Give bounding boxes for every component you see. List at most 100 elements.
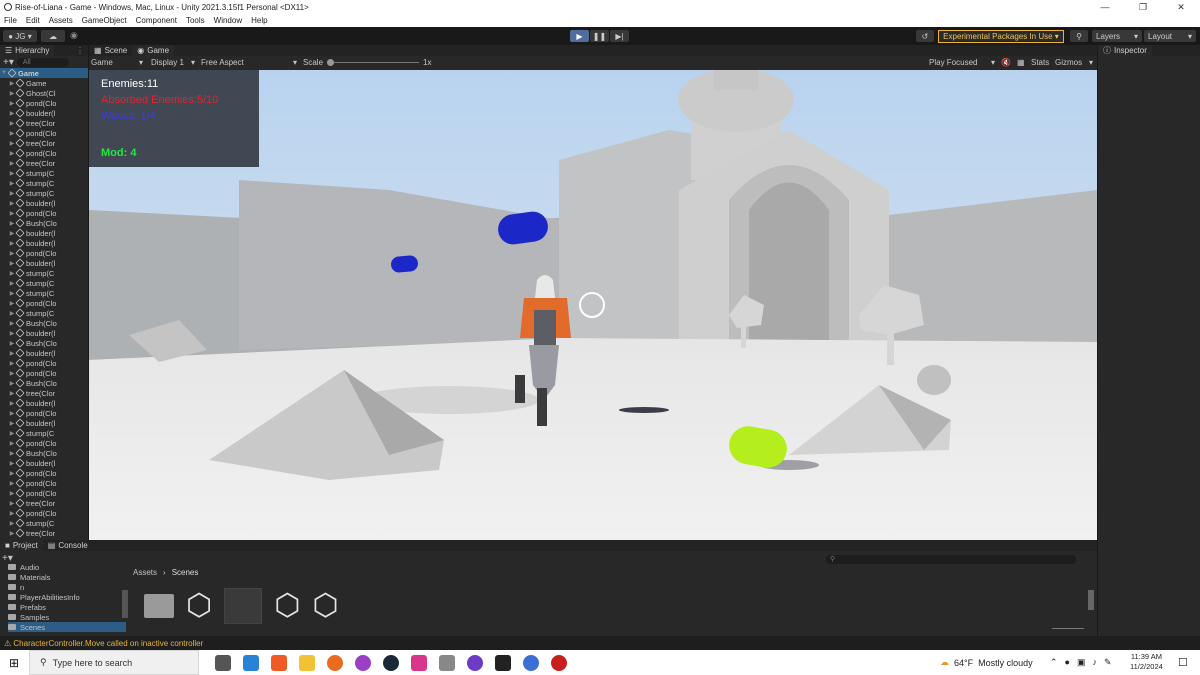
hierarchy-item[interactable]: ▶ boulder(l xyxy=(0,328,88,338)
project-folder-item[interactable]: n xyxy=(8,582,126,592)
hierarchy-item[interactable]: ▶ pond(Clo xyxy=(0,248,88,258)
play-focused-dropdown[interactable]: Play Focused ▾ xyxy=(929,58,995,67)
tab-game[interactable]: ◉ Game xyxy=(132,45,175,56)
game-viewport[interactable]: Enemies:11 Absorbed Enemies:5/10 Waves: … xyxy=(89,70,1097,540)
experimental-packages-badge[interactable]: Experimental Packages In Use ▾ xyxy=(938,30,1064,43)
unity-scene-asset-icon[interactable]: ⬡ xyxy=(186,589,212,623)
hierarchy-item[interactable]: ▶ boulder(l xyxy=(0,398,88,408)
app-icon[interactable] xyxy=(355,654,371,671)
aspect-dropdown[interactable]: Free Aspect ▾ xyxy=(201,58,297,67)
hierarchy-item[interactable]: ▶ pond(Clo xyxy=(0,358,88,368)
gizmos-dropdown[interactable]: Gizmos ▾ xyxy=(1055,58,1093,67)
hierarchy-item[interactable]: ▶ Bush(Clo xyxy=(0,218,88,228)
hierarchy-item[interactable]: ▶ tree(Clor xyxy=(0,388,88,398)
menu-tools[interactable]: Tools xyxy=(186,16,205,25)
hierarchy-item[interactable]: ▶ stump(C xyxy=(0,278,88,288)
layout-grid-icon[interactable]: ▦ xyxy=(1017,58,1025,67)
minimize-icon[interactable]: — xyxy=(1086,2,1124,12)
hierarchy-item[interactable]: ▶ stump(C xyxy=(0,168,88,178)
menu-component[interactable]: Component xyxy=(136,16,177,25)
console-status-bar[interactable]: ⚠ CharacterController.Move called on ina… xyxy=(0,636,1200,650)
layout-dropdown[interactable]: Layout ▾ xyxy=(1144,30,1196,42)
file-explorer-icon[interactable] xyxy=(299,654,315,671)
hierarchy-item[interactable]: ▶ Bush(Clo xyxy=(0,338,88,348)
hierarchy-item[interactable]: ▶ Game xyxy=(0,78,88,88)
tab-hierarchy[interactable]: ☰ Hierarchy xyxy=(0,45,55,56)
history-icon[interactable]: ↺ xyxy=(916,30,934,42)
hierarchy-item[interactable]: ▶ boulder(l xyxy=(0,458,88,468)
app-icon[interactable] xyxy=(523,654,539,671)
icon-size-slider[interactable] xyxy=(1052,628,1084,629)
project-folder-item[interactable]: Scenes xyxy=(8,622,126,632)
pause-button[interactable]: ❚❚ xyxy=(590,30,609,42)
hierarchy-item[interactable]: ▶ pond(Clo xyxy=(0,128,88,138)
account-button[interactable]: ● JG ▾ xyxy=(3,30,37,42)
steam-icon[interactable] xyxy=(383,654,399,671)
hierarchy-item[interactable]: ▶ stump(C xyxy=(0,518,88,528)
maximize-icon[interactable]: ❐ xyxy=(1124,2,1162,13)
project-folder-item[interactable]: Samples xyxy=(8,612,126,622)
hierarchy-item[interactable]: ▶ boulder(l xyxy=(0,228,88,238)
hierarchy-item[interactable]: ▶ pond(Clo xyxy=(0,208,88,218)
app-icon[interactable] xyxy=(467,654,483,671)
hierarchy-item[interactable]: ▶ Bush(Clo xyxy=(0,318,88,328)
hierarchy-item[interactable]: ▶ tree(Clor xyxy=(0,118,88,128)
hierarchy-item[interactable]: ▶ tree(Clor xyxy=(0,158,88,168)
hierarchy-item[interactable]: ▶ stump(C xyxy=(0,178,88,188)
panel-menu-icon[interactable]: ⋮ xyxy=(76,46,84,55)
scale-slider-handle[interactable] xyxy=(327,59,334,66)
game-mode-dropdown[interactable]: Game ▾ xyxy=(91,58,143,67)
hierarchy-search-input[interactable]: All xyxy=(16,57,69,67)
hierarchy-item[interactable]: ▶ boulder(l xyxy=(0,108,88,118)
project-folder-item[interactable]: Prefabs xyxy=(8,602,126,612)
microphone-icon[interactable]: ● xyxy=(1065,657,1070,668)
scale-slider[interactable] xyxy=(327,59,419,66)
hierarchy-item[interactable]: ▶ pond(Clo xyxy=(0,368,88,378)
hierarchy-item[interactable]: ▶ boulder(l xyxy=(0,198,88,208)
firefox-icon[interactable] xyxy=(327,654,343,671)
hierarchy-item[interactable]: ▶ tree(Clor xyxy=(0,138,88,148)
hierarchy-item[interactable]: ▶ boulder(l xyxy=(0,258,88,268)
chevron-up-icon[interactable]: ⌃ xyxy=(1050,657,1058,668)
mute-audio-icon[interactable]: 🔇 xyxy=(1001,58,1011,67)
folder-tree-scrollbar[interactable] xyxy=(122,590,128,618)
unity-scene-asset-icon[interactable]: ⬡ xyxy=(274,589,300,623)
tab-console[interactable]: ▤ Console xyxy=(42,540,93,551)
hierarchy-item[interactable]: ▶ boulder(l xyxy=(0,348,88,358)
notifications-icon[interactable]: ☐ xyxy=(1178,656,1188,669)
hierarchy-item[interactable]: ▶ pond(Clo xyxy=(0,438,88,448)
hierarchy-item[interactable]: ▶ stump(C xyxy=(0,268,88,278)
hierarchy-item[interactable]: ▶ pond(Clo xyxy=(0,148,88,158)
tab-scene[interactable]: ▦ Scene xyxy=(89,45,133,56)
asset-grid-scrollbar[interactable] xyxy=(1088,590,1094,610)
search-icon[interactable]: ⚲ xyxy=(1070,30,1088,42)
menu-file[interactable]: File xyxy=(4,16,17,25)
task-view-icon[interactable] xyxy=(215,654,231,671)
project-search-input[interactable]: ⚲ xyxy=(826,555,1076,564)
hierarchy-item[interactable]: ▶ boulder(l xyxy=(0,418,88,428)
close-icon[interactable]: ✕ xyxy=(1162,2,1200,13)
taskbar-search-input[interactable]: ⚲ Type here to search xyxy=(29,650,199,675)
hierarchy-item[interactable]: ▶ stump(C xyxy=(0,428,88,438)
cloud-button[interactable]: ☁ xyxy=(41,30,65,42)
app-icon[interactable] xyxy=(411,654,427,671)
menu-assets[interactable]: Assets xyxy=(49,16,73,25)
project-folder-item[interactable]: Materials xyxy=(8,572,126,582)
hierarchy-item[interactable]: ▶ Bush(Clo xyxy=(0,378,88,388)
hierarchy-item[interactable]: ▶ Ghost(Cl xyxy=(0,88,88,98)
unity-scene-asset-icon[interactable]: ⬡ xyxy=(312,589,338,623)
step-button[interactable]: ▶| xyxy=(610,30,629,42)
display-dropdown[interactable]: Display 1 ▾ xyxy=(151,58,195,67)
network-icon[interactable]: ▣ xyxy=(1077,657,1086,668)
hierarchy-item[interactable]: ▶ Bush(Clo xyxy=(0,448,88,458)
hierarchy-item[interactable]: ▶ pond(Clo xyxy=(0,508,88,518)
pen-icon[interactable]: ✎ xyxy=(1104,657,1112,668)
clock[interactable]: 11:39 AM 11/2/2024 xyxy=(1130,652,1163,672)
hierarchy-item[interactable]: ▶ stump(C xyxy=(0,188,88,198)
hierarchy-item[interactable]: ▶ pond(Clo xyxy=(0,298,88,308)
hierarchy-item[interactable]: ▶ pond(Clo xyxy=(0,408,88,418)
hierarchy-item[interactable]: ▶ pond(Clo xyxy=(0,468,88,478)
brave-icon[interactable] xyxy=(271,654,287,671)
hierarchy-item[interactable]: ▶ tree(Clor xyxy=(0,528,88,538)
hierarchy-item[interactable]: ▶ pond(Clo xyxy=(0,488,88,498)
